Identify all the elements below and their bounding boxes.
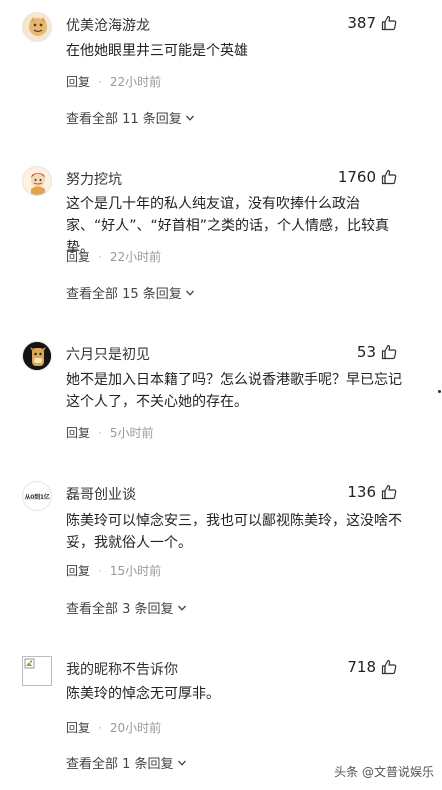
comment-meta: 回复 · 15小时前 bbox=[66, 562, 161, 579]
like-count: 53 bbox=[356, 343, 376, 361]
comment-text: 她不是加入日本籍了吗？怎么说香港歌手呢？早已忘记这个人了，不关心她的存在。 bbox=[66, 372, 402, 410]
view-all-label: 查看全部 3 条回复 bbox=[66, 602, 174, 617]
reply-button[interactable]: 回复 bbox=[66, 73, 90, 90]
thumbs-up-icon bbox=[381, 15, 397, 31]
comment-text: 陈美玲的悼念无可厚非。 bbox=[66, 686, 220, 702]
reply-button[interactable]: 回复 bbox=[66, 562, 90, 579]
separator-dot: · bbox=[98, 74, 102, 89]
view-all-replies-button[interactable]: 查看全部 15 条回复 bbox=[66, 283, 195, 302]
scroll-indicator[interactable] bbox=[438, 390, 441, 393]
avatar[interactable] bbox=[22, 656, 52, 686]
view-all-replies-button[interactable]: 查看全部 3 条回复 bbox=[66, 598, 187, 617]
separator-dot: · bbox=[98, 720, 102, 735]
like-count: 1760 bbox=[337, 168, 376, 186]
avatar[interactable] bbox=[22, 341, 52, 371]
view-all-replies-button[interactable]: 查看全部 1 条回复 bbox=[66, 753, 187, 772]
reply-button[interactable]: 回复 bbox=[66, 424, 90, 441]
like-button[interactable]: 136 bbox=[347, 483, 397, 501]
username[interactable]: 努力挖坑 bbox=[66, 169, 122, 189]
timestamp: 22小时前 bbox=[109, 250, 162, 264]
view-all-label: 查看全部 11 条回复 bbox=[66, 112, 182, 127]
thumbs-up-icon bbox=[381, 344, 397, 360]
watermark: 头条 @文普说娱乐 bbox=[334, 765, 434, 779]
like-count: 387 bbox=[347, 14, 376, 32]
comment-text: 陈美玲可以悼念安三，我也可以鄙视陈美玲，这没啥不妥，我就俗人一个。 bbox=[66, 513, 402, 551]
like-count: 718 bbox=[347, 658, 376, 676]
reply-button[interactable]: 回复 bbox=[66, 248, 90, 265]
like-count: 136 bbox=[347, 483, 376, 501]
comment-meta: 回复 · 5小时前 bbox=[66, 424, 153, 441]
like-button[interactable]: 53 bbox=[357, 343, 397, 361]
username[interactable]: 六月只是初见 bbox=[66, 344, 150, 364]
like-button[interactable]: 718 bbox=[347, 658, 397, 676]
username[interactable]: 磊哥创业谈 bbox=[66, 484, 136, 504]
avatar[interactable]: 从0到1亿 bbox=[22, 481, 52, 511]
like-button[interactable]: 1760 bbox=[338, 168, 397, 186]
avatar[interactable] bbox=[22, 166, 52, 196]
broken-image-icon bbox=[24, 658, 35, 669]
chevron-down-icon bbox=[185, 290, 194, 296]
username[interactable]: 优美沧海游龙 bbox=[66, 15, 150, 35]
timestamp: 22小时前 bbox=[109, 75, 162, 89]
view-all-replies-button[interactable]: 查看全部 11 条回复 bbox=[66, 108, 195, 127]
chevron-down-icon bbox=[177, 760, 186, 766]
separator-dot: · bbox=[98, 563, 102, 578]
thumbs-up-icon bbox=[381, 484, 397, 500]
username[interactable]: 我的昵称不告诉你 bbox=[66, 659, 178, 679]
separator-dot: · bbox=[98, 425, 102, 440]
chevron-down-icon bbox=[177, 605, 186, 611]
view-all-label: 查看全部 1 条回复 bbox=[66, 757, 174, 772]
timestamp: 5小时前 bbox=[109, 426, 154, 440]
chevron-down-icon bbox=[185, 115, 194, 121]
thumbs-up-icon bbox=[381, 169, 397, 185]
comment-text: 在他她眼里井三可能是个英雄 bbox=[66, 43, 248, 59]
comment-meta: 回复 · 22小时前 bbox=[66, 248, 161, 265]
thumbs-up-icon bbox=[381, 659, 397, 675]
comment-meta: 回复 · 20小时前 bbox=[66, 719, 161, 736]
avatar-text: 从0到1亿 bbox=[24, 493, 50, 501]
comment-meta: 回复 · 22小时前 bbox=[66, 73, 161, 90]
timestamp: 15小时前 bbox=[109, 564, 162, 578]
timestamp: 20小时前 bbox=[109, 721, 162, 735]
avatar[interactable] bbox=[22, 12, 52, 42]
reply-button[interactable]: 回复 bbox=[66, 719, 90, 736]
view-all-label: 查看全部 15 条回复 bbox=[66, 287, 182, 302]
separator-dot: · bbox=[98, 249, 102, 264]
like-button[interactable]: 387 bbox=[347, 14, 397, 32]
